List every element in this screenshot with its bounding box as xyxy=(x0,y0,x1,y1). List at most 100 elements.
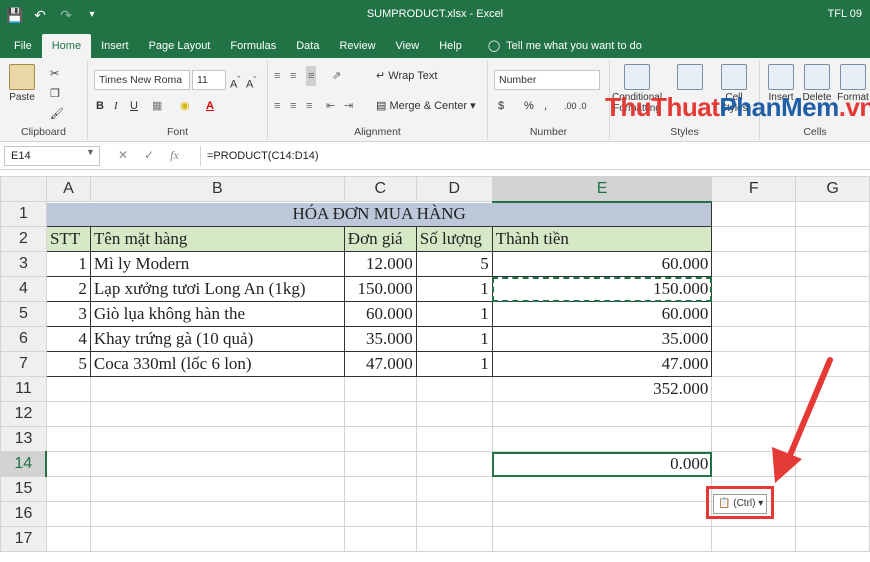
comma-button[interactable]: , xyxy=(544,96,547,116)
cell[interactable] xyxy=(711,226,797,252)
cell[interactable] xyxy=(795,226,870,252)
cell[interactable] xyxy=(491,401,713,427)
italic-icon[interactable]: I xyxy=(114,96,118,116)
cell-amount[interactable]: 35.000 xyxy=(491,326,713,352)
row-header-11[interactable]: 11 xyxy=(0,376,47,402)
tab-insert[interactable]: Insert xyxy=(91,34,139,58)
font-color-icon[interactable]: A xyxy=(206,96,214,116)
cell[interactable] xyxy=(89,401,345,427)
fill-color-icon[interactable]: ◉ xyxy=(180,96,190,116)
cell[interactable] xyxy=(89,451,345,477)
bottom-align-icon[interactable]: ≡ xyxy=(306,66,317,86)
underline-icon[interactable]: U xyxy=(130,96,138,116)
row-header-3[interactable]: 3 xyxy=(0,251,47,277)
paste-options-button[interactable]: 📋 (Ctrl) ▾ xyxy=(713,494,767,514)
tell-me-search[interactable]: ◯ Tell me what you want to do xyxy=(472,34,652,58)
header-amount[interactable]: Thành tiền xyxy=(491,226,713,252)
cell[interactable] xyxy=(795,201,870,227)
invoice-title-cell[interactable]: HÓA ĐƠN MUA HÀNG xyxy=(45,201,713,227)
row-header-5[interactable]: 5 xyxy=(0,301,47,327)
cell[interactable] xyxy=(89,426,345,452)
row-header-6[interactable]: 6 xyxy=(0,326,47,352)
cell-stt[interactable]: 1 xyxy=(45,251,91,277)
row-header-17[interactable]: 17 xyxy=(0,526,47,552)
row-header-1[interactable]: 1 xyxy=(0,201,47,227)
tab-help[interactable]: Help xyxy=(429,34,472,58)
decimal-buttons[interactable]: .00 .0 xyxy=(564,96,587,116)
cell-stt[interactable]: 5 xyxy=(45,351,91,377)
row-header-4[interactable]: 4 xyxy=(0,276,47,302)
user-name[interactable]: TFL 09 xyxy=(828,8,862,20)
cell[interactable] xyxy=(795,251,870,277)
orientation-icon[interactable]: ⇗ xyxy=(332,66,341,86)
wrap-text-button[interactable]: ↵ Wrap Text xyxy=(376,66,437,86)
cell[interactable] xyxy=(415,476,493,502)
cell[interactable] xyxy=(45,476,91,502)
tab-home[interactable]: Home xyxy=(41,34,92,58)
col-header-f[interactable]: F xyxy=(711,176,797,202)
cut-icon[interactable]: ✂ xyxy=(50,64,59,84)
cell-unit-price[interactable]: 12.000 xyxy=(343,251,417,277)
row-header-12[interactable]: 12 xyxy=(0,401,47,427)
cell[interactable] xyxy=(415,426,493,452)
cell-item-name[interactable]: Giò lụa không hàn the xyxy=(89,301,345,327)
cell[interactable] xyxy=(711,251,797,277)
cell[interactable] xyxy=(711,276,797,302)
cell-unit-price[interactable]: 60.000 xyxy=(343,301,417,327)
cell[interactable] xyxy=(795,301,870,327)
cell[interactable] xyxy=(491,501,713,527)
cell[interactable] xyxy=(89,526,345,552)
cell[interactable] xyxy=(491,426,713,452)
row-header-2[interactable]: 2 xyxy=(0,226,47,252)
cell-item-name[interactable]: Mì ly Modern xyxy=(89,251,345,277)
decrease-indent-icon[interactable]: ⇤ xyxy=(326,96,335,116)
cell[interactable] xyxy=(491,526,713,552)
font-size-select[interactable]: 11 xyxy=(192,70,226,90)
number-format-select[interactable]: Number xyxy=(494,70,600,90)
cell[interactable] xyxy=(343,526,417,552)
cell[interactable] xyxy=(343,451,417,477)
font-name-select[interactable]: Times New Roma xyxy=(94,70,190,90)
cell[interactable] xyxy=(89,476,345,502)
row-header-7[interactable]: 7 xyxy=(0,351,47,377)
cell[interactable] xyxy=(343,426,417,452)
top-align-icon[interactable]: ≡ xyxy=(274,66,280,86)
cell[interactable] xyxy=(795,501,870,527)
tab-page-layout[interactable]: Page Layout xyxy=(139,34,221,58)
cell-item-name[interactable]: Lạp xưởng tươi Long An (1kg) xyxy=(89,276,345,302)
cell[interactable] xyxy=(45,401,91,427)
cell[interactable] xyxy=(45,526,91,552)
tab-view[interactable]: View xyxy=(386,34,430,58)
cell-quantity[interactable]: 5 xyxy=(415,251,493,277)
increase-indent-icon[interactable]: ⇥ xyxy=(344,96,353,116)
align-center-icon[interactable]: ≡ xyxy=(290,96,296,116)
cell-stt[interactable]: 2 xyxy=(45,276,91,302)
cell-unit-price[interactable]: 150.000 xyxy=(343,276,417,302)
cell[interactable] xyxy=(415,526,493,552)
align-right-icon[interactable]: ≡ xyxy=(306,96,312,116)
cell-unit-price[interactable]: 35.000 xyxy=(343,326,417,352)
select-all-corner[interactable] xyxy=(0,176,47,202)
row-header-16[interactable]: 16 xyxy=(0,501,47,527)
cell[interactable] xyxy=(415,501,493,527)
tab-file[interactable]: File xyxy=(4,34,42,58)
cell[interactable] xyxy=(343,401,417,427)
cell-item-name[interactable]: Khay trứng gà (10 quả) xyxy=(89,326,345,352)
header-quantity[interactable]: Số lượng xyxy=(415,226,493,252)
bold-icon[interactable]: B xyxy=(96,96,104,116)
header-unit-price[interactable]: Đơn giá xyxy=(343,226,417,252)
cell[interactable] xyxy=(415,401,493,427)
cancel-icon[interactable]: ✕ xyxy=(118,148,128,163)
tab-formulas[interactable]: Formulas xyxy=(220,34,286,58)
cell-quantity[interactable]: 1 xyxy=(415,276,493,302)
cell-amount[interactable]: 60.000 xyxy=(491,301,713,327)
col-header-g[interactable]: G xyxy=(795,176,870,202)
cell[interactable] xyxy=(795,276,870,302)
cell[interactable] xyxy=(711,526,797,552)
merge-center-button[interactable]: ▤ Merge & Center ▾ xyxy=(376,96,476,116)
cell[interactable] xyxy=(45,376,91,402)
cell-amount[interactable]: 47.000 xyxy=(491,351,713,377)
currency-button[interactable]: $ xyxy=(498,96,504,116)
col-header-e[interactable]: E xyxy=(491,176,713,203)
cell[interactable] xyxy=(491,476,713,502)
